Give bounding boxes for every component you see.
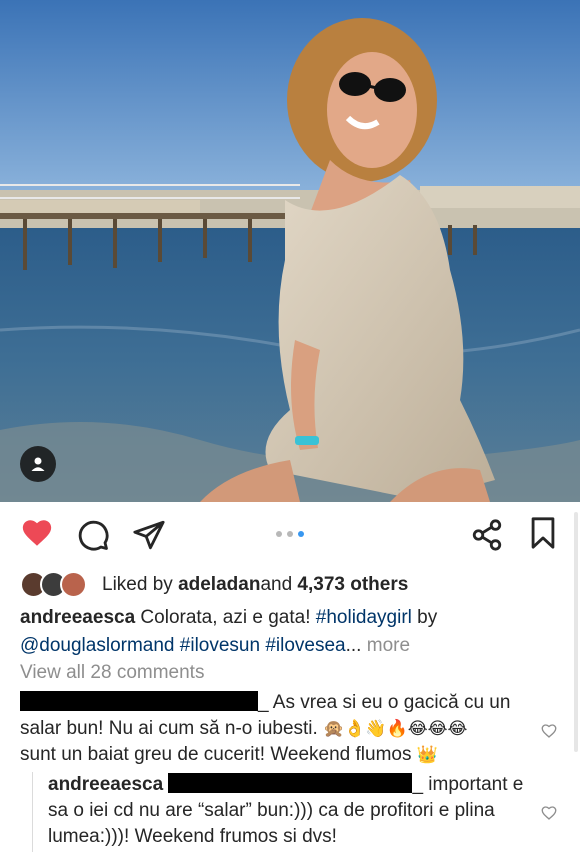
mention-link[interactable]: @douglaslormand — [20, 635, 175, 656]
hashtag-link[interactable]: #ilovesea — [260, 635, 345, 656]
likes-middle: and — [260, 574, 293, 595]
more-link[interactable]: more — [361, 635, 410, 656]
likes-prefix: Liked by — [102, 574, 173, 595]
hashtag-link[interactable]: #ilovesun — [175, 635, 260, 656]
redacted-mention — [168, 773, 413, 793]
carousel-dot — [276, 531, 282, 537]
carousel-dot — [287, 531, 293, 537]
hashtag-link[interactable]: #holidaygirl — [316, 607, 412, 628]
caption-by: by — [411, 607, 438, 628]
user-tag-icon — [31, 457, 45, 471]
likes-user-link[interactable]: adeladan — [178, 574, 260, 596]
bookmark-icon[interactable] — [526, 516, 560, 550]
comment-text-end: sunt un baiat greu de cucerit! Weekend f… — [20, 744, 417, 765]
heart-filled-icon[interactable] — [20, 516, 54, 550]
carousel-dot-active — [298, 531, 304, 537]
reply-thread-line — [32, 772, 33, 852]
crown-emoji: 👑 — [416, 745, 438, 765]
user-tag-button[interactable] — [20, 446, 56, 482]
comment-emojis: 🙊👌👋🔥😂😂😂 — [323, 719, 468, 739]
post-caption: andreeaesca Colorata, azi e gata! #holid… — [20, 604, 565, 660]
caption-text: Colorata, azi e gata! — [135, 607, 316, 628]
comment: _ As vrea si eu o gacică cu un salar bun… — [20, 690, 530, 768]
share-nodes-icon[interactable] — [470, 518, 504, 552]
carousel-indicator — [276, 531, 304, 537]
share-icon[interactable] — [132, 518, 166, 552]
likes-row[interactable]: Liked by adeladan and 4,373 others — [20, 570, 408, 600]
liker-avatars — [20, 571, 90, 599]
reply-username[interactable]: andreeaesca — [48, 774, 163, 795]
comment-icon[interactable] — [76, 518, 110, 552]
caption-ellipsis: ... — [345, 635, 362, 656]
reply-comment: andreeaesca _ important e sa o iei cd nu… — [48, 772, 528, 850]
likes-count-link[interactable]: 4,373 others — [297, 574, 408, 596]
caption-username[interactable]: andreeaesca — [20, 607, 135, 628]
redacted-username — [20, 691, 258, 711]
heart-outline-icon[interactable] — [540, 722, 558, 740]
view-all-comments-link[interactable]: View all 28 comments — [20, 662, 204, 684]
heart-outline-icon[interactable] — [540, 804, 558, 822]
avatar — [60, 571, 87, 598]
scrollbar[interactable] — [574, 512, 578, 752]
post-photo[interactable] — [0, 0, 580, 502]
